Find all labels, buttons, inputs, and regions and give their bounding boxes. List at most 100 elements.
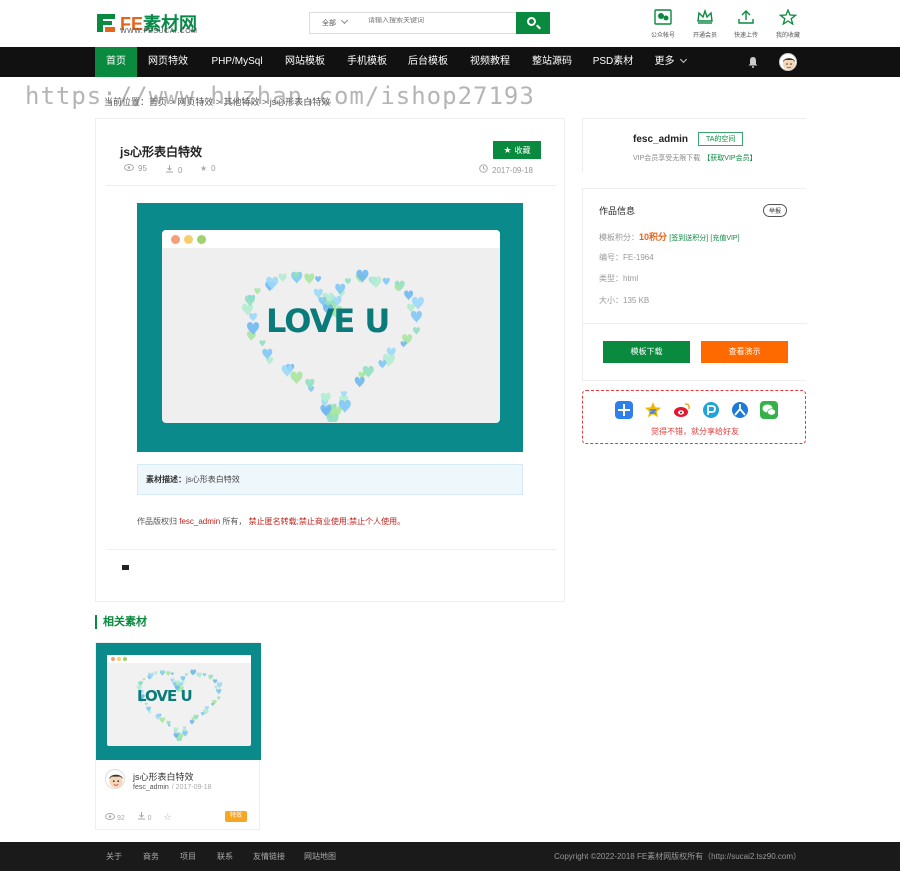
related-item-author: fesc_admin/ 2017-09-18 (133, 784, 212, 791)
nav-item-web-effects[interactable]: 网页特效 (143, 47, 193, 77)
material-info-panel: 作品信息 举报 模板积分：10积分 [签到送积分] [充值VIP] 编号：FE-… (582, 188, 807, 381)
author-space-button[interactable]: TA的空间 (698, 132, 744, 146)
nav-item-home[interactable]: 首页 (95, 47, 137, 77)
crown-icon (697, 9, 713, 24)
related-section-title: 相关素材 (95, 615, 147, 629)
search-bar: 全部 (309, 12, 550, 34)
chevron-down-icon (340, 16, 349, 25)
eye-icon (124, 164, 134, 171)
page-title: js心形表白特效 (120, 145, 203, 159)
star-icon (779, 9, 797, 25)
avatar-face-icon (783, 58, 795, 70)
download-icon (137, 812, 145, 820)
copyright-notice: 作品版权归 fesc_admin 所有， 禁止匿名转载;禁止商业使用;禁止个人使… (137, 517, 406, 526)
size-row: 大小：135 KB (599, 296, 650, 305)
site-logo[interactable]: FE素材网 WWW.FESUCAI.COM (95, 12, 215, 36)
logo-mark-icon (97, 14, 115, 32)
nav-item-site-source[interactable]: 整站源码 (527, 47, 577, 77)
footer-link-business[interactable]: 商务 (143, 851, 159, 862)
quick-link-upload[interactable]: 快速上传 (729, 9, 763, 39)
author-link[interactable]: fesc_admin (179, 517, 220, 526)
nav-item-admin-templates[interactable]: 后台模板 (403, 47, 453, 77)
related-thumbnail[interactable]: LOVE U (96, 643, 261, 760)
eye-icon (105, 813, 115, 820)
share-box: 觉得不错，就分享给好友 (582, 390, 806, 444)
nav-item-php-mysql[interactable]: PHP/MySql (204, 47, 270, 77)
plus-share-icon[interactable] (615, 401, 633, 419)
renren-icon[interactable] (731, 401, 749, 419)
category-badge: 特效 (225, 811, 247, 822)
bell-icon[interactable] (747, 56, 759, 68)
report-button[interactable]: 举报 (763, 204, 788, 217)
quick-link-favorites[interactable]: 我的收藏 (771, 9, 805, 39)
nav-item-site-templates[interactable]: 网站模板 (280, 47, 330, 77)
type-row: 类型：html (599, 274, 639, 283)
site-footer: 关于 商务 项目 联系 友情链接 网站地图 Copyright ©2022-20… (0, 842, 900, 871)
download-count: 0 (165, 164, 182, 175)
info-title: 作品信息 (599, 206, 636, 216)
star-icon: ★ (200, 164, 208, 173)
preview-image[interactable]: LOVE U (137, 203, 523, 452)
user-avatar[interactable] (779, 53, 797, 71)
collect-button[interactable]: ★ 收藏 (493, 141, 541, 159)
main-nav: 首页 网页特效 PHP/MySql 网站模板 手机模板 后台模板 视频教程 整站… (0, 47, 900, 77)
get-vip-link[interactable]: 【获取VIP会员】 (703, 155, 756, 162)
vip-promo: VIP会员享受无限下载 【获取VIP会员】 (633, 155, 757, 162)
divider (106, 549, 556, 550)
related-item-title[interactable]: js心形表白特效 (133, 770, 194, 783)
author-name[interactable]: fesc_admin (633, 134, 688, 145)
related-card[interactable]: LOVE U js心形表白特效 fesc_admin/ 2017-09-18 9… (95, 642, 261, 830)
preview-love-text: LOVE U (266, 302, 390, 340)
view-count: 95 (124, 164, 147, 173)
author-box: fesc_admin TA的空间 VIP会员享受无限下载 【获取VIP会员】 (582, 118, 806, 173)
like-count: ★ 0 (200, 164, 216, 173)
logo-subtitle: WWW.FESUCAI.COM (120, 28, 198, 35)
publish-date: 2017-09-18 (479, 164, 533, 175)
nav-item-mobile-templates[interactable]: 手机模板 (342, 47, 392, 77)
search-scope-select[interactable]: 全部 (322, 16, 349, 28)
recharge-vip-link[interactable]: [充值VIP] (710, 235, 739, 242)
quick-link-wechat[interactable]: 公众帐号 (646, 9, 680, 39)
footer-link-sitemap[interactable]: 网站地图 (304, 851, 336, 862)
search-icon (527, 17, 536, 26)
avatar[interactable] (105, 769, 125, 789)
star-icon: ★ (503, 145, 512, 155)
weibo-icon[interactable] (673, 401, 691, 419)
search-input[interactable] (368, 17, 508, 24)
chevron-down-icon (679, 55, 687, 64)
divider (106, 185, 556, 186)
tag-icon (122, 565, 129, 570)
wechat-icon[interactable] (760, 401, 778, 419)
star-outline-icon[interactable]: ☆ (164, 812, 172, 822)
footer-link-projects[interactable]: 项目 (180, 851, 196, 862)
download-button[interactable]: 模板下载 (603, 341, 690, 363)
price-row: 模板积分：10积分 [签到送积分] [充值VIP] (599, 232, 740, 242)
nav-item-more[interactable]: 更多 (650, 47, 690, 77)
footer-link-friends[interactable]: 友情链接 (253, 851, 285, 862)
quick-link-vip[interactable]: 开通会员 (688, 9, 722, 39)
qzone-icon[interactable] (644, 401, 662, 419)
footer-copyright: Copyright ©2022-2018 FE素材网版权所有（http://su… (554, 852, 801, 861)
share-caption: 觉得不错，就分享给好友 (651, 427, 739, 436)
download-icon (166, 165, 173, 173)
nav-item-psd[interactable]: PSD素材 (588, 47, 638, 77)
pocket-icon[interactable] (702, 401, 720, 419)
search-button[interactable] (516, 12, 550, 34)
upload-icon (738, 10, 754, 24)
material-detail-card: js心形表白特效 ★ 收藏 95 0 ★ 0 2017-09-18 LOVE U 素… (95, 118, 565, 602)
view-demo-button[interactable]: 查看演示 (701, 341, 788, 363)
divider (583, 323, 807, 324)
material-description: 素材描述：js心形表白特效 (137, 464, 523, 495)
related-item-stats: 92 0 ☆ (105, 811, 172, 823)
qrcode-icon (654, 9, 672, 25)
avatar-face-icon (109, 774, 123, 788)
footer-link-about[interactable]: 关于 (106, 851, 122, 862)
signin-points-link[interactable]: [签到送积分] (669, 235, 708, 242)
clock-icon (479, 164, 488, 173)
nav-item-video-tutorials[interactable]: 视频教程 (465, 47, 515, 77)
preview-browser-frame: LOVE U (162, 230, 500, 423)
id-row: 编号：FE-1964 (599, 253, 654, 262)
footer-link-contact[interactable]: 联系 (217, 851, 233, 862)
site-header: FE素材网 WWW.FESUCAI.COM 全部 公众帐号 开通会员 快速上传 … (0, 0, 900, 47)
breadcrumb: 当前位置：首页 > 网页特效 > 其他特效 > js心形表白特效 (104, 97, 331, 107)
